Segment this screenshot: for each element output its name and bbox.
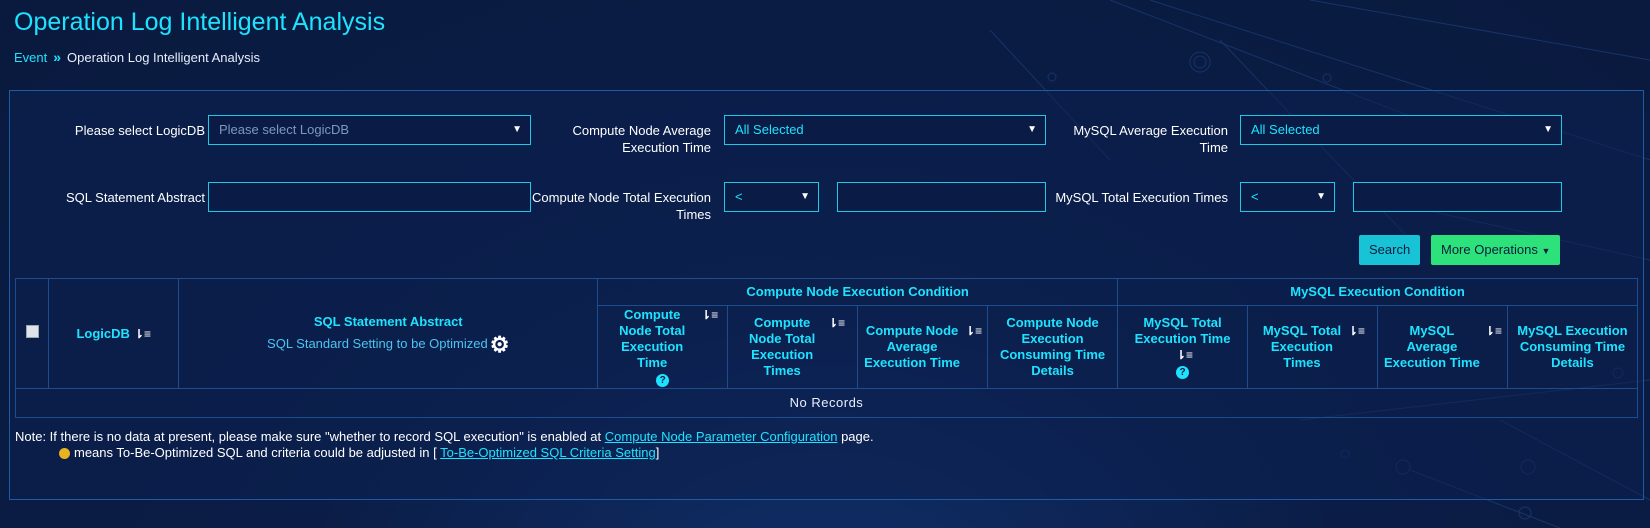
mysql-avg-time-label: MySQL Average Execution Time	[1073, 123, 1228, 155]
col-cn-total-times-label: Compute Node Total Execution Times	[749, 315, 816, 378]
sort-icon[interactable]: ⇂≡	[828, 315, 845, 331]
breadcrumb-current: Operation Log Intelligent Analysis	[67, 49, 261, 65]
cn-total-times-operator-select[interactable]: < ▼	[724, 182, 819, 212]
more-operations-button[interactable]: More Operations ▼	[1431, 235, 1561, 265]
more-operations-label: More Operations	[1441, 242, 1538, 257]
sort-icon[interactable]: ⇂≡	[965, 323, 982, 339]
caret-down-icon: ▼	[1541, 246, 1551, 256]
chevron-down-icon: ▼	[1027, 124, 1037, 135]
gear-icon[interactable]: ⚙	[490, 333, 510, 355]
col-logicdb-label: LogicDB	[76, 325, 130, 341]
compute-node-config-link[interactable]: Compute Node Parameter Configuration	[605, 429, 838, 444]
note-line-2-text: means To-Be-Optimized SQL and criteria c…	[74, 445, 437, 460]
help-icon[interactable]: ?	[1176, 366, 1190, 379]
chevron-down-icon: ▼	[1543, 124, 1553, 135]
select-all-checkbox[interactable]	[25, 325, 39, 338]
cn-avg-time-value: All Selected	[735, 122, 804, 137]
cn-total-times-label: Compute Node Total Execution Times	[532, 190, 711, 222]
sort-icon[interactable]: ⇂≡	[701, 307, 718, 323]
col-mysql-total-times-label: MySQL Total Execution Times	[1262, 323, 1342, 370]
col-mysql-total-time[interactable]: MySQL Total Execution Time⇂≡ ?	[1117, 305, 1248, 389]
note-line-2-suffix: ]	[655, 445, 660, 460]
col-mysql-details: MySQL Execution Consuming Time Details	[1506, 305, 1639, 389]
sql-setting-link[interactable]: SQL Standard Setting to be Optimized	[267, 336, 488, 351]
snail-icon	[59, 448, 70, 460]
chevron-down-icon: ▼	[800, 191, 810, 202]
col-cn-avg-time-label: Compute Node Average Execution Time	[864, 323, 960, 370]
col-sql-abstract-label: SQL Statement Abstract	[313, 314, 463, 330]
no-records-cell: No Records	[15, 388, 1638, 418]
col-cn-total-time-label: Compute Node Total Execution Time	[619, 307, 686, 370]
group-mysql: MySQL Execution Condition	[1117, 278, 1638, 306]
logicdb-select-value: Please select LogicDB	[219, 122, 350, 137]
cn-avg-time-select[interactable]: All Selected ▼	[724, 115, 1046, 145]
cn-avg-time-label: Compute Node Average Execution Time	[572, 123, 711, 155]
col-sql-abstract: SQL Statement Abstract SQL Standard Sett…	[178, 278, 599, 389]
note-line-1-suffix: page.	[841, 429, 874, 444]
cn-total-times-operator-value: <	[735, 189, 743, 204]
col-mysql-total-time-label: MySQL Total Execution Time	[1134, 315, 1231, 346]
mysql-total-times-label: MySQL Total Execution Times	[1055, 190, 1228, 205]
col-cn-total-times[interactable]: Compute Node Total Execution Times ⇂≡	[727, 305, 859, 389]
sql-abstract-input[interactable]	[208, 182, 531, 212]
mysql-total-times-operator-select[interactable]: < ▼	[1240, 182, 1335, 212]
col-cn-avg-time[interactable]: Compute Node Average Execution Time ⇂≡	[857, 305, 989, 389]
sort-icon[interactable]: ⇂≡	[1348, 323, 1365, 339]
mysql-total-times-input[interactable]	[1353, 182, 1562, 212]
sql-analysis-table: LogicDB ⇂≡ SQL Statement Abstract SQL Sta…	[14, 278, 1639, 418]
filter-and-table-panel: Please select LogicDB Please select Logi…	[9, 90, 1644, 500]
cn-total-times-input[interactable]	[837, 182, 1046, 212]
note-line-1-text: Note: If there is no data at present, pl…	[15, 429, 602, 444]
logicdb-label: Please select LogicDB	[74, 123, 205, 138]
col-cn-total-time[interactable]: Compute Node Total Execution Time ⇂≡ ?	[597, 305, 729, 389]
col-cn-details: Compute Node Execution Consuming Time De…	[987, 305, 1119, 389]
mysql-avg-time-select[interactable]: All Selected ▼	[1240, 115, 1562, 145]
criteria-setting-link[interactable]: To-Be-Optimized SQL Criteria Setting	[440, 445, 656, 460]
sort-icon[interactable]: ⇂≡	[1485, 323, 1502, 339]
search-button[interactable]: Search	[1359, 235, 1421, 265]
col-mysql-total-times[interactable]: MySQL Total Execution Times ⇂≡	[1247, 305, 1378, 389]
mysql-total-times-operator-value: <	[1251, 189, 1259, 204]
logicdb-select[interactable]: Please select LogicDB ▼	[208, 115, 531, 145]
col-mysql-avg-time-label: MySQL Average Execution Time	[1383, 323, 1480, 370]
breadcrumb-event-link[interactable]: Event	[14, 50, 47, 65]
breadcrumb-separator-icon: »	[53, 49, 62, 65]
breadcrumb: Event » Operation Log Intelligent Analys…	[14, 49, 260, 65]
chevron-down-icon: ▼	[1316, 191, 1326, 202]
help-icon[interactable]: ?	[656, 374, 670, 387]
note-line-1: Note: If there is no data at present, pl…	[15, 428, 874, 445]
note-line-2: means To-Be-Optimized SQL and criteria c…	[59, 444, 659, 461]
sort-icon[interactable]: ⇂≡	[1176, 347, 1193, 363]
sort-icon[interactable]: ⇂≡	[134, 326, 151, 342]
select-all-cell	[14, 278, 50, 389]
page-title: Operation Log Intelligent Analysis	[14, 8, 386, 36]
group-compute-node: Compute Node Execution Condition	[597, 278, 1119, 306]
col-logicdb[interactable]: LogicDB ⇂≡	[48, 278, 180, 389]
chevron-down-icon: ▼	[512, 124, 522, 135]
sql-abstract-label: SQL Statement Abstract	[66, 190, 205, 205]
col-mysql-avg-time[interactable]: MySQL Average Execution Time ⇂≡	[1376, 305, 1508, 389]
mysql-avg-time-value: All Selected	[1251, 122, 1320, 137]
